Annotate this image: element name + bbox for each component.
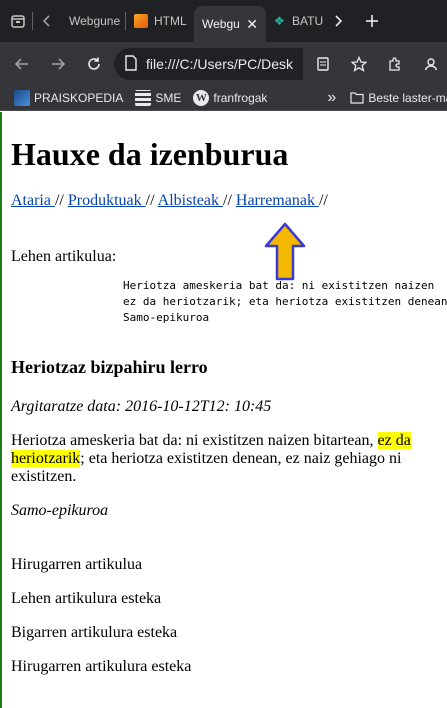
nav-link-albisteak[interactable]: Albisteak [158,192,223,209]
nav-separator: // [145,192,158,209]
tab-title: Webgu [202,17,240,31]
scroll-tabs-right-icon[interactable] [324,7,352,35]
address-bar[interactable]: file:///C:/Users/PC/Desk [114,48,303,80]
article-paragraph: Heriotza ameskeria bat da: ni existitzen… [11,432,431,486]
first-article-label: Lehen artikulua: [11,248,117,265]
nav-separator: // [54,192,68,209]
bookmark-star-icon[interactable] [343,48,375,80]
tab-batu[interactable]: ❖ BATU [266,5,324,37]
article-link-1[interactable]: Lehen artikulura esteka [11,590,161,608]
extensions-icon[interactable] [379,48,411,80]
reload-icon[interactable] [78,48,110,80]
tab-actions-icon[interactable] [4,7,32,35]
profile-icon[interactable] [415,48,447,80]
page-content: Hauxe da izenburua Ataria // Produktuak … [0,112,447,708]
article-link-3[interactable]: Hirugarren artikulura esteka [11,658,191,676]
nav-link-produktuak[interactable]: Produktuak [68,192,146,209]
address-text[interactable]: file:///C:/Users/PC/Desk [146,56,293,72]
paragraph-text: Heriotza ameskeria bat da: ni existitzen… [11,432,378,449]
bookmarks-bar: PRAISKOPEDIA SME W franfrogak » Beste la… [0,86,447,111]
bookmark-label: SME [155,91,182,105]
tab-webgune[interactable]: Webgune [61,5,125,37]
tab-webgu-active[interactable]: Webgu ✕ [194,6,266,42]
forward-icon[interactable] [42,48,74,80]
nav-link-harremanak[interactable]: Harremanak [236,192,319,209]
sme-icon [135,90,152,106]
back-icon[interactable] [6,48,38,80]
section-heading: Heriotzaz bizpahiru lerro [11,357,208,377]
bookmark-label: Beste laster-mar [368,91,447,105]
new-tab-icon[interactable] [358,7,386,35]
author: Samo-epikuroa [11,502,109,519]
bookmark-label: franfrogak [213,91,268,105]
bookmark-label: PRAISKOPEDIA [34,91,124,105]
publish-date: Argitaratze data: 2016-10-12T12: 10:45 [11,398,272,415]
bookmark-sme[interactable]: SME [131,90,185,106]
other-bookmarks-folder[interactable]: Beste laster-mar [346,91,447,105]
browser-toolbar: file:///C:/Users/PC/Desk [0,42,447,86]
scroll-tabs-left-icon[interactable] [33,7,61,35]
tab-html[interactable]: HTML [126,5,194,37]
tab-title: BATU [292,14,324,28]
close-tab-icon[interactable]: ✕ [246,16,258,33]
article-link-2[interactable]: Bigarren artikulura esteka [11,624,177,642]
preformatted-quote: Heriotza ameskeria bat da: ni existitzen… [123,279,447,324]
nav-link-ataria[interactable]: Ataria [11,192,55,209]
reading-mode-icon[interactable] [307,48,339,80]
page-info-icon[interactable] [124,54,138,74]
bookmarks-overflow-icon[interactable]: » [327,89,336,107]
nav-trailing-separator: // [318,192,328,209]
nav-separator: // [223,192,236,209]
praiskopedia-icon [14,90,30,106]
image-favicon-icon [134,14,148,28]
bookmark-franfrogak[interactable]: W franfrogak [189,90,271,106]
breadcrumb-nav: Ataria // Produktuak // Albisteak // Har… [11,192,328,210]
folder-icon [350,92,364,104]
tab-title: HTML [154,14,187,28]
bookmark-praiskopedia[interactable]: PRAISKOPEDIA [10,90,127,106]
third-article-label: Hirugarren artikulua [11,556,143,573]
wordpress-icon: W [193,90,210,106]
tab-title: Webgune [69,14,121,28]
annotation-up-arrow-icon [264,222,306,281]
batu-favicon-icon: ❖ [274,14,285,28]
page-title: Hauxe da izenburua [11,136,289,172]
tab-bar: Webgune HTML Webgu ✕ ❖ BATU [0,0,447,42]
